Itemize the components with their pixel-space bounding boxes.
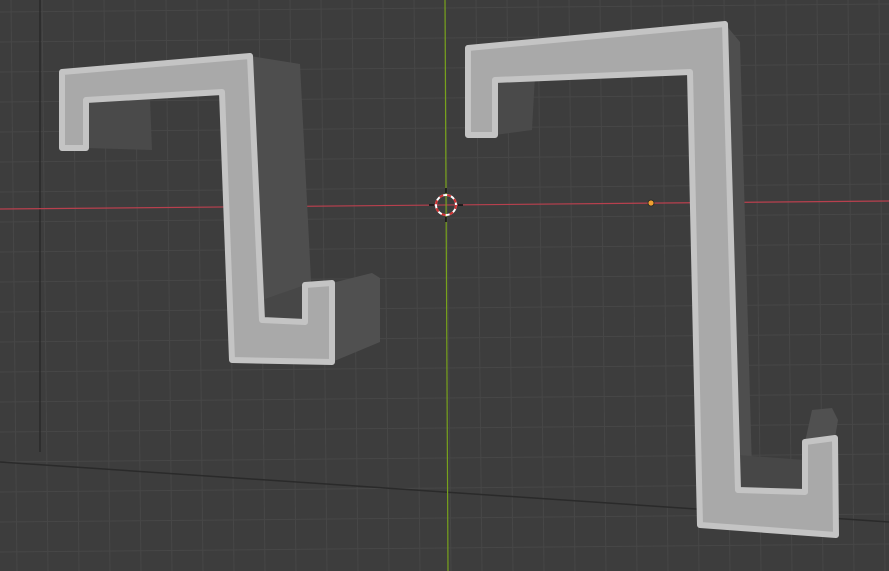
3d-viewport[interactable] bbox=[0, 0, 889, 571]
hook-right-tip-inner bbox=[495, 76, 535, 135]
hook-left-tip-inner bbox=[86, 98, 152, 150]
hook-right-inner-bottom bbox=[738, 455, 805, 492]
object-origin-icon bbox=[647, 199, 655, 207]
viewport-canvas[interactable] bbox=[0, 0, 889, 571]
